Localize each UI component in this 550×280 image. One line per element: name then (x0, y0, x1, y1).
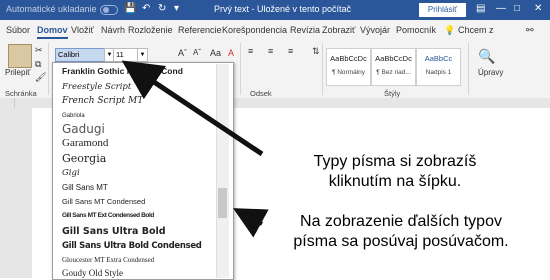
callout-line: písma sa posúvaj posúvačom. (293, 233, 509, 250)
arrow-to-dropdown (121, 60, 264, 157)
callout-line: Na zobrazenie ďalších typov (300, 213, 502, 230)
callout-dropdown-text: Typy písma si zobrazíš kliknutím na šípk… (270, 152, 520, 192)
callout-scroll-text: Na zobrazenie ďalších typov písma sa pos… (266, 212, 536, 252)
arrow-to-scrollbar (232, 208, 269, 238)
callout-line: Typy písma si zobrazíš (313, 153, 477, 170)
callout-line: kliknutím na šípku. (328, 173, 462, 190)
